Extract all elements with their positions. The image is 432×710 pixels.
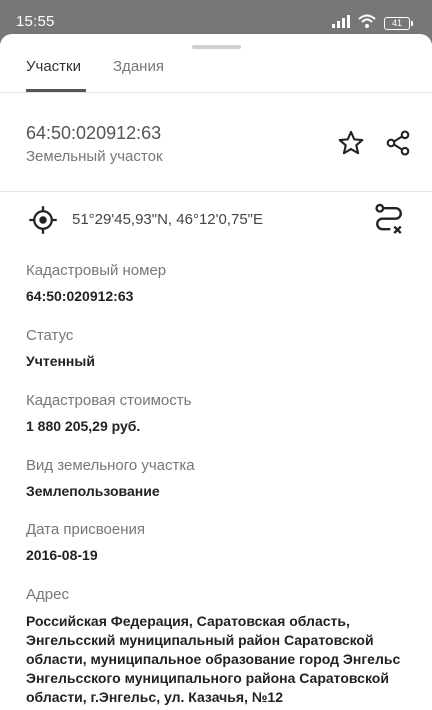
parcel-header: 64:50:020912:63 Земельный участок [0, 94, 432, 192]
status-label: Статус [26, 327, 74, 344]
battery-icon: 41 [384, 17, 413, 30]
star-icon [338, 130, 364, 155]
cadastral-number-label: Кадастровый номер [26, 262, 167, 279]
assignment-date-label: Дата присвоения [26, 521, 145, 538]
land-type-value: Землепользование [26, 483, 160, 499]
bottom-sheet: Участки Здания 64:50:020912:63 Земельный… [0, 34, 432, 710]
status-value: Учтенный [26, 353, 95, 369]
parcel-type: Земельный участок [26, 148, 163, 165]
cadastral-cost-value: 1 880 205,29 руб. [26, 418, 141, 434]
tab-buildings[interactable]: Здания [113, 58, 164, 75]
assignment-date-value: 2016-08-19 [26, 547, 98, 563]
address-line: Энгельсского муниципального района Сарат… [26, 670, 389, 686]
active-tab-indicator [26, 89, 86, 92]
address-label: Адрес [26, 586, 69, 603]
wifi-icon [358, 14, 376, 33]
share-icon [386, 130, 410, 156]
signal-icon [332, 14, 350, 33]
address-line: Российская Федерация, Саратовская област… [26, 613, 350, 629]
share-button[interactable] [381, 126, 415, 160]
cadastral-number-value: 64:50:020912:63 [26, 288, 134, 304]
coordinates-text: 51°29'45,93"N, 46°12'0,75"E [72, 211, 264, 228]
cadastral-cost-label: Кадастровая стоимость [26, 392, 192, 409]
drag-handle[interactable] [192, 45, 241, 49]
favorite-button[interactable] [334, 126, 368, 160]
address-line: области, г.Энгельс, ул. Казачья, №12 [26, 689, 283, 705]
address-value: Российская Федерация, Саратовская област… [26, 612, 426, 707]
tab-bar: Участки Здания [0, 54, 432, 93]
target-icon[interactable] [28, 205, 58, 235]
tab-parcels[interactable]: Участки [26, 58, 81, 75]
route-icon[interactable] [373, 203, 405, 237]
status-time: 15:55 [16, 13, 55, 30]
status-icons: 41 [332, 14, 413, 33]
parcel-id: 64:50:020912:63 [26, 123, 162, 143]
address-line: области, муниципальное образование город… [26, 651, 401, 667]
land-type-label: Вид земельного участка [26, 457, 195, 474]
address-line: Энгельсский муниципальный район Саратовс… [26, 632, 374, 648]
coordinates-row: 51°29'45,93"N, 46°12'0,75"E [0, 193, 432, 247]
